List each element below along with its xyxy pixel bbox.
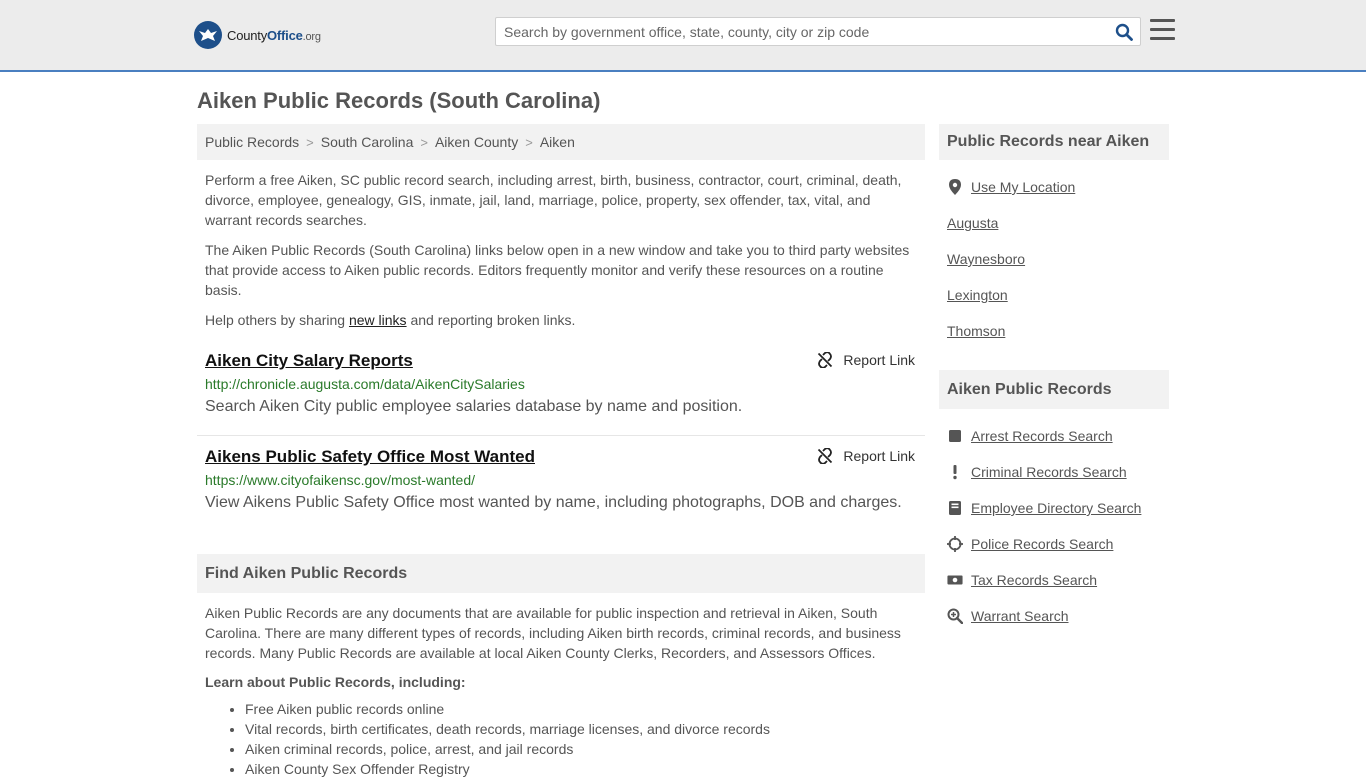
records-item-police: Police Records Search bbox=[947, 526, 1169, 562]
records-list: Arrest Records Search Criminal Records S… bbox=[939, 418, 1169, 634]
criminal-records-link[interactable]: Criminal Records Search bbox=[971, 464, 1127, 480]
near-link-lexington[interactable]: Lexington bbox=[947, 287, 1008, 303]
disclaimer-paragraph: The Aiken Public Records (South Carolina… bbox=[205, 242, 910, 298]
breadcrumb-aiken-county[interactable]: Aiken County bbox=[435, 134, 518, 150]
police-records-link[interactable]: Police Records Search bbox=[971, 536, 1113, 552]
broken-link-icon bbox=[818, 352, 833, 368]
breadcrumb-separator: > bbox=[420, 134, 428, 150]
records-item-tax: Tax Records Search bbox=[947, 562, 1169, 598]
result-description: Search Aiken City public employee salari… bbox=[205, 398, 743, 415]
breadcrumb-separator: > bbox=[525, 134, 533, 150]
arrest-records-link[interactable]: Arrest Records Search bbox=[971, 428, 1113, 444]
result-url[interactable]: http://chronicle.augusta.com/data/AikenC… bbox=[205, 374, 917, 394]
search-icon bbox=[1115, 23, 1133, 41]
near-list: Use My Location Augusta Waynesboro Lexin… bbox=[939, 169, 1169, 349]
crosshair-icon bbox=[947, 536, 963, 552]
hamburger-menu-icon[interactable] bbox=[1150, 19, 1176, 43]
near-heading: Public Records near Aiken bbox=[939, 124, 1169, 160]
near-item-lexington: Lexington bbox=[947, 277, 1169, 313]
near-link-augusta[interactable]: Augusta bbox=[947, 215, 998, 231]
records-heading: Aiken Public Records bbox=[939, 370, 1169, 409]
find-records-heading: Find Aiken Public Records bbox=[197, 554, 925, 593]
near-link-thomson[interactable]: Thomson bbox=[947, 323, 1005, 339]
sidebar: Public Records near Aiken Use My Locatio… bbox=[939, 124, 1169, 634]
near-link-waynesboro[interactable]: Waynesboro bbox=[947, 251, 1025, 267]
result-title-link[interactable]: Aiken City Salary Reports bbox=[205, 350, 917, 372]
records-item-arrest: Arrest Records Search bbox=[947, 418, 1169, 454]
report-link-button[interactable]: Report Link bbox=[817, 352, 915, 368]
breadcrumb: Public Records > South Carolina > Aiken … bbox=[197, 124, 925, 160]
breadcrumb-south-carolina[interactable]: South Carolina bbox=[321, 134, 414, 150]
warrant-search-link[interactable]: Warrant Search bbox=[971, 608, 1069, 624]
result-title-link[interactable]: Aikens Public Safety Office Most Wanted bbox=[205, 446, 917, 468]
find-records-paragraph: Aiken Public Records are any documents t… bbox=[205, 605, 901, 661]
new-links-link[interactable]: new links bbox=[349, 312, 407, 328]
near-item-augusta: Augusta bbox=[947, 205, 1169, 241]
learn-heading: Learn about Public Records, including: bbox=[205, 674, 466, 690]
result-item: Aikens Public Safety Office Most Wanted … bbox=[197, 446, 925, 516]
breadcrumb-public-records[interactable]: Public Records bbox=[205, 134, 299, 150]
employee-directory-link[interactable]: Employee Directory Search bbox=[971, 500, 1141, 516]
result-item: Aiken City Salary Reports http://chronic… bbox=[197, 350, 925, 436]
magnify-icon bbox=[947, 608, 963, 624]
money-icon bbox=[947, 572, 963, 588]
search-bar bbox=[495, 17, 1141, 46]
use-location-item: Use My Location bbox=[947, 169, 1169, 205]
search-input[interactable] bbox=[496, 18, 1108, 45]
records-item-employee: Employee Directory Search bbox=[947, 490, 1169, 526]
records-item-criminal: Criminal Records Search bbox=[947, 454, 1169, 490]
exclamation-icon bbox=[947, 464, 963, 480]
list-item: Aiken County Sex Offender Registry bbox=[245, 759, 925, 779]
search-button[interactable] bbox=[1108, 18, 1140, 45]
list-item: Vital records, birth certificates, death… bbox=[245, 719, 925, 739]
learn-list: Free Aiken public records online Vital r… bbox=[197, 699, 925, 779]
result-url[interactable]: https://www.cityofaikensc.gov/most-wante… bbox=[205, 470, 917, 490]
map-marker-icon bbox=[947, 179, 963, 195]
result-description: View Aikens Public Safety Office most wa… bbox=[205, 494, 902, 511]
list-item: Free Aiken public records online bbox=[245, 699, 925, 719]
tax-records-link[interactable]: Tax Records Search bbox=[971, 572, 1097, 588]
eagle-logo-icon bbox=[194, 21, 222, 49]
page-title: Aiken Public Records (South Carolina) bbox=[197, 88, 601, 113]
near-item-waynesboro: Waynesboro bbox=[947, 241, 1169, 277]
intro-paragraph: Perform a free Aiken, SC public record s… bbox=[205, 172, 902, 228]
broken-link-icon bbox=[818, 448, 833, 464]
breadcrumb-separator: > bbox=[306, 134, 314, 150]
main-content: Public Records > South Carolina > Aiken … bbox=[197, 124, 925, 779]
list-item: Aiken criminal records, police, arrest, … bbox=[245, 739, 925, 759]
near-item-thomson: Thomson bbox=[947, 313, 1169, 349]
use-my-location-link[interactable]: Use My Location bbox=[971, 179, 1075, 195]
site-logo[interactable]: CountyOffice.org bbox=[194, 21, 321, 49]
breadcrumb-aiken[interactable]: Aiken bbox=[540, 134, 575, 150]
report-link-button[interactable]: Report Link bbox=[817, 448, 915, 464]
square-icon bbox=[947, 428, 963, 444]
book-icon bbox=[947, 500, 963, 516]
logo-text: CountyOffice.org bbox=[227, 27, 321, 43]
site-header: CountyOffice.org bbox=[0, 0, 1366, 72]
records-item-warrant: Warrant Search bbox=[947, 598, 1169, 634]
share-paragraph: Help others by sharing new links and rep… bbox=[205, 312, 576, 328]
